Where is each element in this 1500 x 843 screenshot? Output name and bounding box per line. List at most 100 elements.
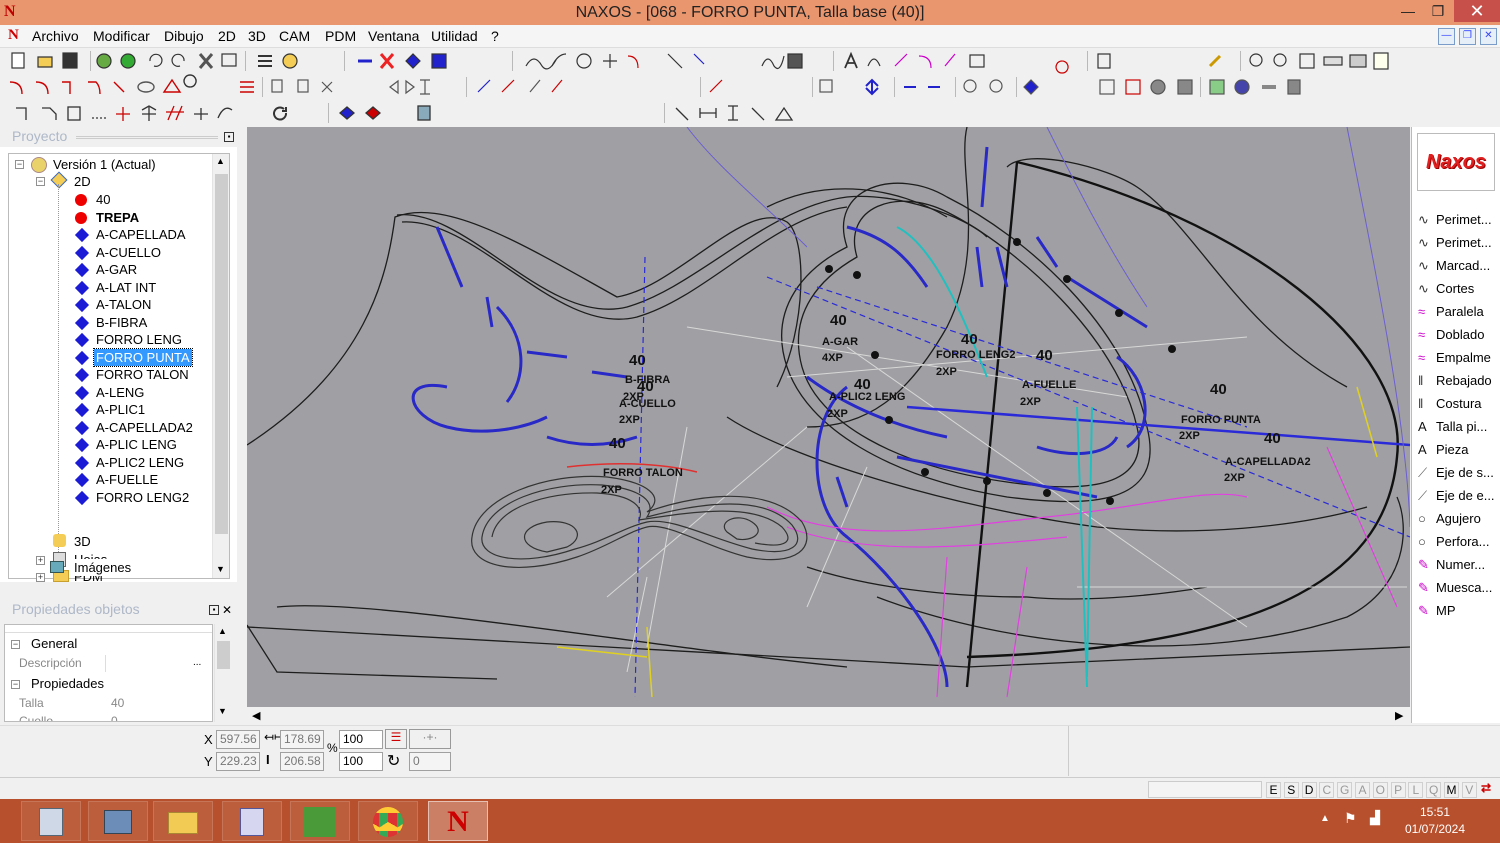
toolbar-row-3-icons[interactable] xyxy=(0,100,1410,127)
status-toggle[interactable]: S xyxy=(1283,782,1299,798)
status-toggle[interactable]: G xyxy=(1337,782,1353,798)
scroll-left-icon[interactable]: ◀ xyxy=(252,709,260,722)
propiedades-section[interactable]: Propiedades xyxy=(31,674,104,694)
tool-item[interactable]: ∿ Perimet... xyxy=(1418,210,1492,230)
tree-node-3d[interactable]: 3D xyxy=(74,533,91,550)
panel-pin-icon[interactable]: ▪ xyxy=(224,132,234,142)
tree-piece-item[interactable]: B-FIBRA xyxy=(96,314,147,331)
restore-button[interactable]: ❐ xyxy=(1423,0,1453,22)
cuello-value[interactable]: 0 xyxy=(111,711,118,721)
scroll-down-icon[interactable]: ▼ xyxy=(216,564,225,574)
tool-item[interactable]: ∿ Marcad... xyxy=(1418,256,1490,276)
scale-x-field[interactable]: 100 xyxy=(339,730,383,749)
x-coordinate-field[interactable]: 597.56 xyxy=(216,730,260,749)
status-toggle[interactable]: D xyxy=(1301,782,1317,798)
app-taskbar-button[interactable] xyxy=(222,801,282,841)
ellipsis-button[interactable]: ... xyxy=(193,657,201,668)
status-toggle[interactable]: E xyxy=(1266,782,1281,798)
status-toggle[interactable]: L xyxy=(1408,782,1424,798)
status-toggle[interactable]: P xyxy=(1390,782,1406,798)
tree-node-2d[interactable]: 2D xyxy=(74,173,91,190)
network-icon[interactable]: ▟ xyxy=(1370,810,1380,826)
drawing-canvas[interactable]: 40 B-FIBRA 2XP 40 A-CUELLO 2XP 40 FORRO … xyxy=(247,127,1410,707)
menu-pdm[interactable]: PDM xyxy=(325,28,356,44)
status-toggle[interactable]: O xyxy=(1372,782,1388,798)
tool-item[interactable]: ∿ Cortes xyxy=(1418,279,1474,299)
tool-item[interactable]: ≈ Doblado xyxy=(1418,325,1484,345)
tree-piece-item[interactable]: A-TALON xyxy=(96,296,151,313)
menu-cam[interactable]: CAM xyxy=(279,28,310,44)
tree-piece-item[interactable]: FORRO PUNTA xyxy=(93,347,193,367)
tool-item[interactable]: ≈ Paralela xyxy=(1418,302,1484,322)
scale-icon[interactable]: ☰ xyxy=(385,729,407,749)
menu-ventana[interactable]: Ventana xyxy=(368,28,419,44)
menu-archivo[interactable]: Archivo xyxy=(32,28,79,44)
status-flag-icon[interactable]: ⇄ xyxy=(1481,781,1497,797)
tree-piece-item[interactable]: A-LAT INT xyxy=(96,279,156,296)
collapse-icon[interactable]: − xyxy=(36,177,45,186)
scroll-right-icon[interactable]: ▶ xyxy=(1395,709,1403,722)
collapse-icon[interactable]: − xyxy=(11,640,20,649)
tree-piece-item[interactable]: A-LENG xyxy=(96,384,144,401)
general-section[interactable]: General xyxy=(31,634,77,654)
mdi-close-button[interactable]: ✕ xyxy=(1480,28,1497,45)
status-toggle[interactable]: C xyxy=(1319,782,1335,798)
chrome-taskbar-button[interactable] xyxy=(358,801,418,841)
collapse-icon[interactable]: − xyxy=(15,160,24,169)
menu-modificar[interactable]: Modificar xyxy=(93,28,150,44)
tree-root-version[interactable]: Versión 1 (Actual) xyxy=(53,156,156,173)
tool-item[interactable]: ⟋ Eje de e... xyxy=(1418,486,1495,506)
close-button[interactable]: ✕ xyxy=(1454,0,1500,22)
document-icon[interactable]: N xyxy=(8,27,19,44)
scroll-thumb[interactable] xyxy=(217,641,230,669)
tool-item[interactable]: ○ Perfora... xyxy=(1418,532,1489,552)
scroll-down-icon[interactable]: ▼ xyxy=(218,706,227,716)
mdi-minimize-button[interactable]: — xyxy=(1438,28,1455,45)
expand-icon[interactable]: + xyxy=(36,573,45,582)
tree-scrollbar[interactable]: ▲ ▼ xyxy=(212,154,229,578)
status-toggle[interactable]: Q xyxy=(1426,782,1442,798)
tree-piece-item[interactable]: 40 xyxy=(96,191,110,208)
explorer-taskbar-button[interactable] xyxy=(88,801,148,841)
system-clock[interactable]: 15:51 01/07/2024 xyxy=(1400,804,1470,838)
menu-help[interactable]: ? xyxy=(491,28,499,44)
y-coordinate-field[interactable]: 229.23 xyxy=(216,752,260,771)
tool-item[interactable]: ✎ Numer... xyxy=(1418,555,1485,575)
tool-item[interactable]: ‖ Rebajado xyxy=(1418,371,1492,391)
move-icon[interactable]: ·+· xyxy=(409,729,451,749)
tool-item[interactable]: ✎ MP xyxy=(1418,601,1456,621)
expand-icon[interactable]: + xyxy=(36,556,45,565)
tool-item[interactable]: ⟋ Eje de s... xyxy=(1418,463,1494,483)
tree-piece-item[interactable]: A-GAR xyxy=(96,261,137,278)
tool-item[interactable]: ≈ Empalme xyxy=(1418,348,1491,368)
tree-piece-item[interactable]: A-CAPELLADA2 xyxy=(96,419,193,436)
scroll-up-icon[interactable]: ▲ xyxy=(216,156,225,166)
width-field[interactable]: 178.69 xyxy=(280,730,324,749)
mdi-restore-button[interactable]: ❐ xyxy=(1459,28,1476,45)
status-toggle[interactable]: M xyxy=(1444,782,1459,798)
status-toggle[interactable]: A xyxy=(1355,782,1370,798)
properties-scrollbar[interactable]: ▲ ▼ xyxy=(214,624,231,722)
status-toggle[interactable]: V xyxy=(1461,782,1477,798)
tree-piece-item[interactable]: FORRO LENG xyxy=(96,331,182,348)
panel-close-icon[interactable]: ✕ xyxy=(222,603,232,617)
toolbar-row-1-icons[interactable] xyxy=(0,48,1410,74)
green-app-taskbar-button[interactable] xyxy=(290,801,350,841)
tool-item[interactable]: ∿ Perimet... xyxy=(1418,233,1492,253)
calculator-taskbar-button[interactable] xyxy=(21,801,81,841)
toolbar-row-2-icons[interactable] xyxy=(0,74,1410,100)
tree-piece-item[interactable]: A-CAPELLADA xyxy=(96,226,186,243)
height-field[interactable]: 206.58 xyxy=(280,752,324,771)
scroll-thumb[interactable] xyxy=(215,174,228,534)
scroll-up-icon[interactable]: ▲ xyxy=(218,626,227,636)
tool-item[interactable]: ‖ Costura xyxy=(1418,394,1482,414)
menu-3d[interactable]: 3D xyxy=(248,28,266,44)
rotation-field[interactable]: 0 xyxy=(409,752,451,771)
minimize-button[interactable]: — xyxy=(1393,0,1423,22)
tool-item[interactable]: A Pieza xyxy=(1418,440,1469,460)
tree-piece-item[interactable]: A-FUELLE xyxy=(96,471,158,488)
tree-piece-item[interactable]: FORRO TALON xyxy=(96,366,189,383)
menu-utilidad[interactable]: Utilidad xyxy=(431,28,478,44)
folder-taskbar-button[interactable] xyxy=(153,801,213,841)
tree-piece-item[interactable]: A-PLIC2 LENG xyxy=(96,454,184,471)
